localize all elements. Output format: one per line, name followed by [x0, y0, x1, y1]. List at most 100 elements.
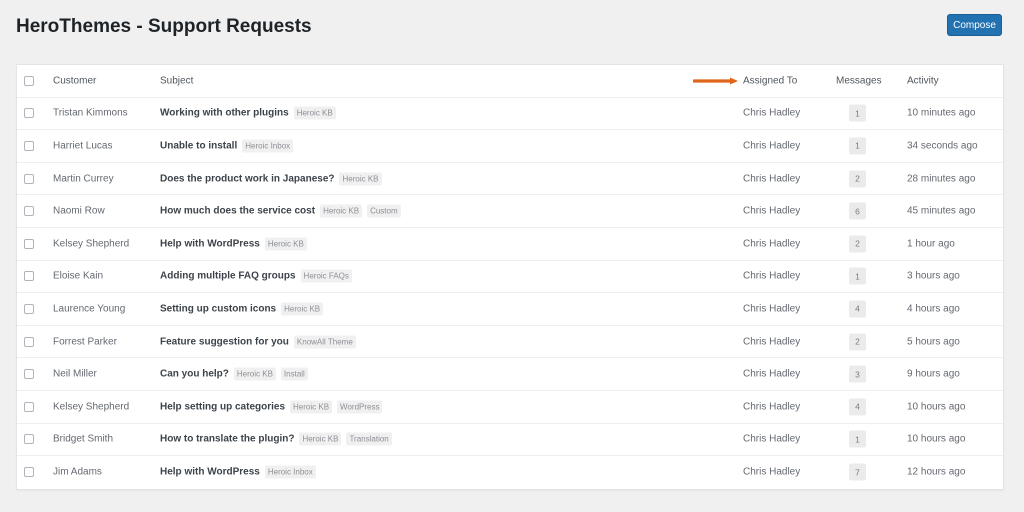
- assigned-to: Chris Hadley: [743, 466, 801, 478]
- activity-time: 34 seconds ago: [907, 140, 978, 152]
- row-checkbox[interactable]: [24, 467, 34, 478]
- row-checkbox[interactable]: [24, 336, 34, 347]
- row-checkbox[interactable]: [24, 108, 34, 119]
- subject-cell: How to translate the plugin? Heroic KB Tra…: [160, 432, 392, 446]
- tag-badge[interactable]: Heroic FAQs: [300, 269, 352, 283]
- row-checkbox[interactable]: [24, 173, 34, 184]
- row-checkbox[interactable]: [24, 369, 34, 380]
- tag-badge[interactable]: Heroic Inbox: [264, 465, 316, 479]
- table-row[interactable]: Tristan Kimmons Working with other plugi…: [17, 98, 1003, 131]
- customer-name[interactable]: Jim Adams: [53, 467, 102, 478]
- tag-badge[interactable]: Custom: [367, 204, 401, 218]
- table-row[interactable]: Kelsey Shepherd Help with WordPress Heroi…: [17, 228, 1003, 261]
- select-all-checkbox[interactable]: [24, 75, 34, 86]
- table-row[interactable]: Eloise Kain Adding multiple FAQ groups He…: [17, 261, 1003, 294]
- subject-cell: Feature suggestion for you KnowAll Theme: [160, 335, 356, 349]
- subject-link[interactable]: How to translate the plugin?: [160, 434, 294, 445]
- tag-badge[interactable]: Heroic KB: [320, 204, 363, 218]
- tag-badge[interactable]: KnowAll Theme: [293, 335, 356, 349]
- customer-name[interactable]: Neil Miller: [53, 369, 97, 380]
- row-checkbox[interactable]: [24, 238, 34, 249]
- message-count-badge: 6: [849, 202, 866, 220]
- row-checkbox[interactable]: [24, 140, 34, 151]
- activity-time: 9 hours ago: [907, 368, 960, 380]
- activity-time: 10 hours ago: [907, 401, 966, 413]
- subject-cell: Help with WordPress Heroic Inbox: [160, 465, 316, 479]
- row-checkbox[interactable]: [24, 303, 34, 314]
- customer-name[interactable]: Tristan Kimmons: [53, 108, 128, 119]
- header-activity[interactable]: Activity: [907, 75, 939, 86]
- message-count-badge: 7: [849, 463, 866, 481]
- row-checkbox[interactable]: [24, 271, 34, 282]
- subject-cell: Help setting up categories Heroic KB WordP…: [160, 400, 383, 414]
- subject-link[interactable]: Can you help?: [160, 369, 229, 380]
- message-count-badge: 1: [849, 267, 866, 285]
- customer-name[interactable]: Laurence Young: [53, 303, 125, 314]
- subject-link[interactable]: Does the product work in Japanese?: [160, 173, 334, 184]
- row-checkbox[interactable]: [24, 206, 34, 217]
- header-subject[interactable]: Subject: [160, 75, 193, 86]
- subject-link[interactable]: Help with WordPress: [160, 467, 260, 478]
- tag-badge[interactable]: Heroic KB: [293, 106, 336, 120]
- arrow-right-icon: [693, 77, 738, 85]
- table-row[interactable]: Kelsey Shepherd Help setting up categori…: [17, 391, 1003, 424]
- customer-name[interactable]: Kelsey Shepherd: [53, 238, 129, 249]
- subject-link[interactable]: Unable to install: [160, 140, 237, 151]
- table-row[interactable]: Harriet Lucas Unable to install Heroic In…: [17, 130, 1003, 163]
- assigned-to: Chris Hadley: [743, 401, 801, 413]
- table-row[interactable]: Naomi Row How much does the service cost…: [17, 195, 1003, 228]
- customer-name[interactable]: Kelsey Shepherd: [53, 401, 129, 412]
- activity-time: 12 hours ago: [907, 466, 966, 478]
- customer-name[interactable]: Martin Currey: [53, 173, 114, 184]
- compose-button[interactable]: Compose: [947, 14, 1002, 36]
- table-row[interactable]: Neil Miller Can you help? Heroic KB Instal…: [17, 358, 1003, 391]
- table-row[interactable]: Laurence Young Setting up custom icons He…: [17, 293, 1003, 326]
- subject-cell: Unable to install Heroic Inbox: [160, 139, 294, 153]
- page-title: HeroThemes - Support Requests: [16, 16, 312, 37]
- header-messages[interactable]: Messages: [836, 75, 882, 86]
- assigned-to: Chris Hadley: [743, 303, 801, 315]
- assigned-to: Chris Hadley: [743, 173, 801, 185]
- subject-link[interactable]: Adding multiple FAQ groups: [160, 271, 296, 282]
- tag-badge[interactable]: Heroic KB: [233, 367, 276, 381]
- message-count-badge: 3: [849, 365, 866, 383]
- table-row[interactable]: Martin Currey Does the product work in J…: [17, 163, 1003, 196]
- tag-badge[interactable]: Heroic Inbox: [242, 139, 294, 153]
- subject-link[interactable]: Setting up custom icons: [160, 303, 276, 314]
- message-count-badge: 4: [849, 398, 866, 416]
- activity-time: 45 minutes ago: [907, 205, 976, 217]
- header-assigned-to[interactable]: Assigned To: [743, 75, 797, 86]
- subject-link[interactable]: Help setting up categories: [160, 401, 285, 412]
- tag-badge[interactable]: Heroic KB: [299, 432, 342, 446]
- row-checkbox[interactable]: [24, 401, 34, 412]
- customer-name[interactable]: Eloise Kain: [53, 271, 103, 282]
- assigned-to: Chris Hadley: [743, 238, 801, 250]
- activity-time: 10 hours ago: [907, 433, 966, 445]
- tag-badge[interactable]: Heroic KB: [281, 302, 324, 316]
- support-requests-table: Customer Subject Assigned To Messages Ac…: [16, 64, 1004, 490]
- tag-badge[interactable]: Install: [280, 367, 308, 381]
- activity-time: 4 hours ago: [907, 303, 960, 315]
- subject-link[interactable]: Working with other plugins: [160, 108, 289, 119]
- subject-link[interactable]: Feature suggestion for you: [160, 336, 289, 347]
- row-checkbox[interactable]: [24, 434, 34, 445]
- assigned-to: Chris Hadley: [743, 107, 801, 119]
- tag-badge[interactable]: Heroic KB: [290, 400, 333, 414]
- assigned-to: Chris Hadley: [743, 270, 801, 282]
- assigned-to: Chris Hadley: [743, 205, 801, 217]
- table-row[interactable]: Jim Adams Help with WordPress Heroic Inbo…: [17, 456, 1003, 489]
- subject-link[interactable]: How much does the service cost: [160, 206, 315, 217]
- tag-badge[interactable]: Heroic KB: [339, 172, 382, 186]
- table-row[interactable]: Forrest Parker Feature suggestion for yo…: [17, 326, 1003, 359]
- table-row[interactable]: Bridget Smith How to translate the plugi…: [17, 424, 1003, 457]
- tag-badge[interactable]: Heroic KB: [264, 237, 307, 251]
- customer-name[interactable]: Forrest Parker: [53, 336, 117, 347]
- header-customer[interactable]: Customer: [53, 75, 96, 86]
- customer-name[interactable]: Bridget Smith: [53, 434, 113, 445]
- tag-badge[interactable]: Translation: [346, 432, 392, 446]
- customer-name[interactable]: Harriet Lucas: [53, 140, 112, 151]
- tag-badge[interactable]: WordPress: [337, 400, 383, 414]
- subject-link[interactable]: Help with WordPress: [160, 238, 260, 249]
- table-header-row: Customer Subject Assigned To Messages Ac…: [17, 65, 1003, 98]
- customer-name[interactable]: Naomi Row: [53, 206, 105, 217]
